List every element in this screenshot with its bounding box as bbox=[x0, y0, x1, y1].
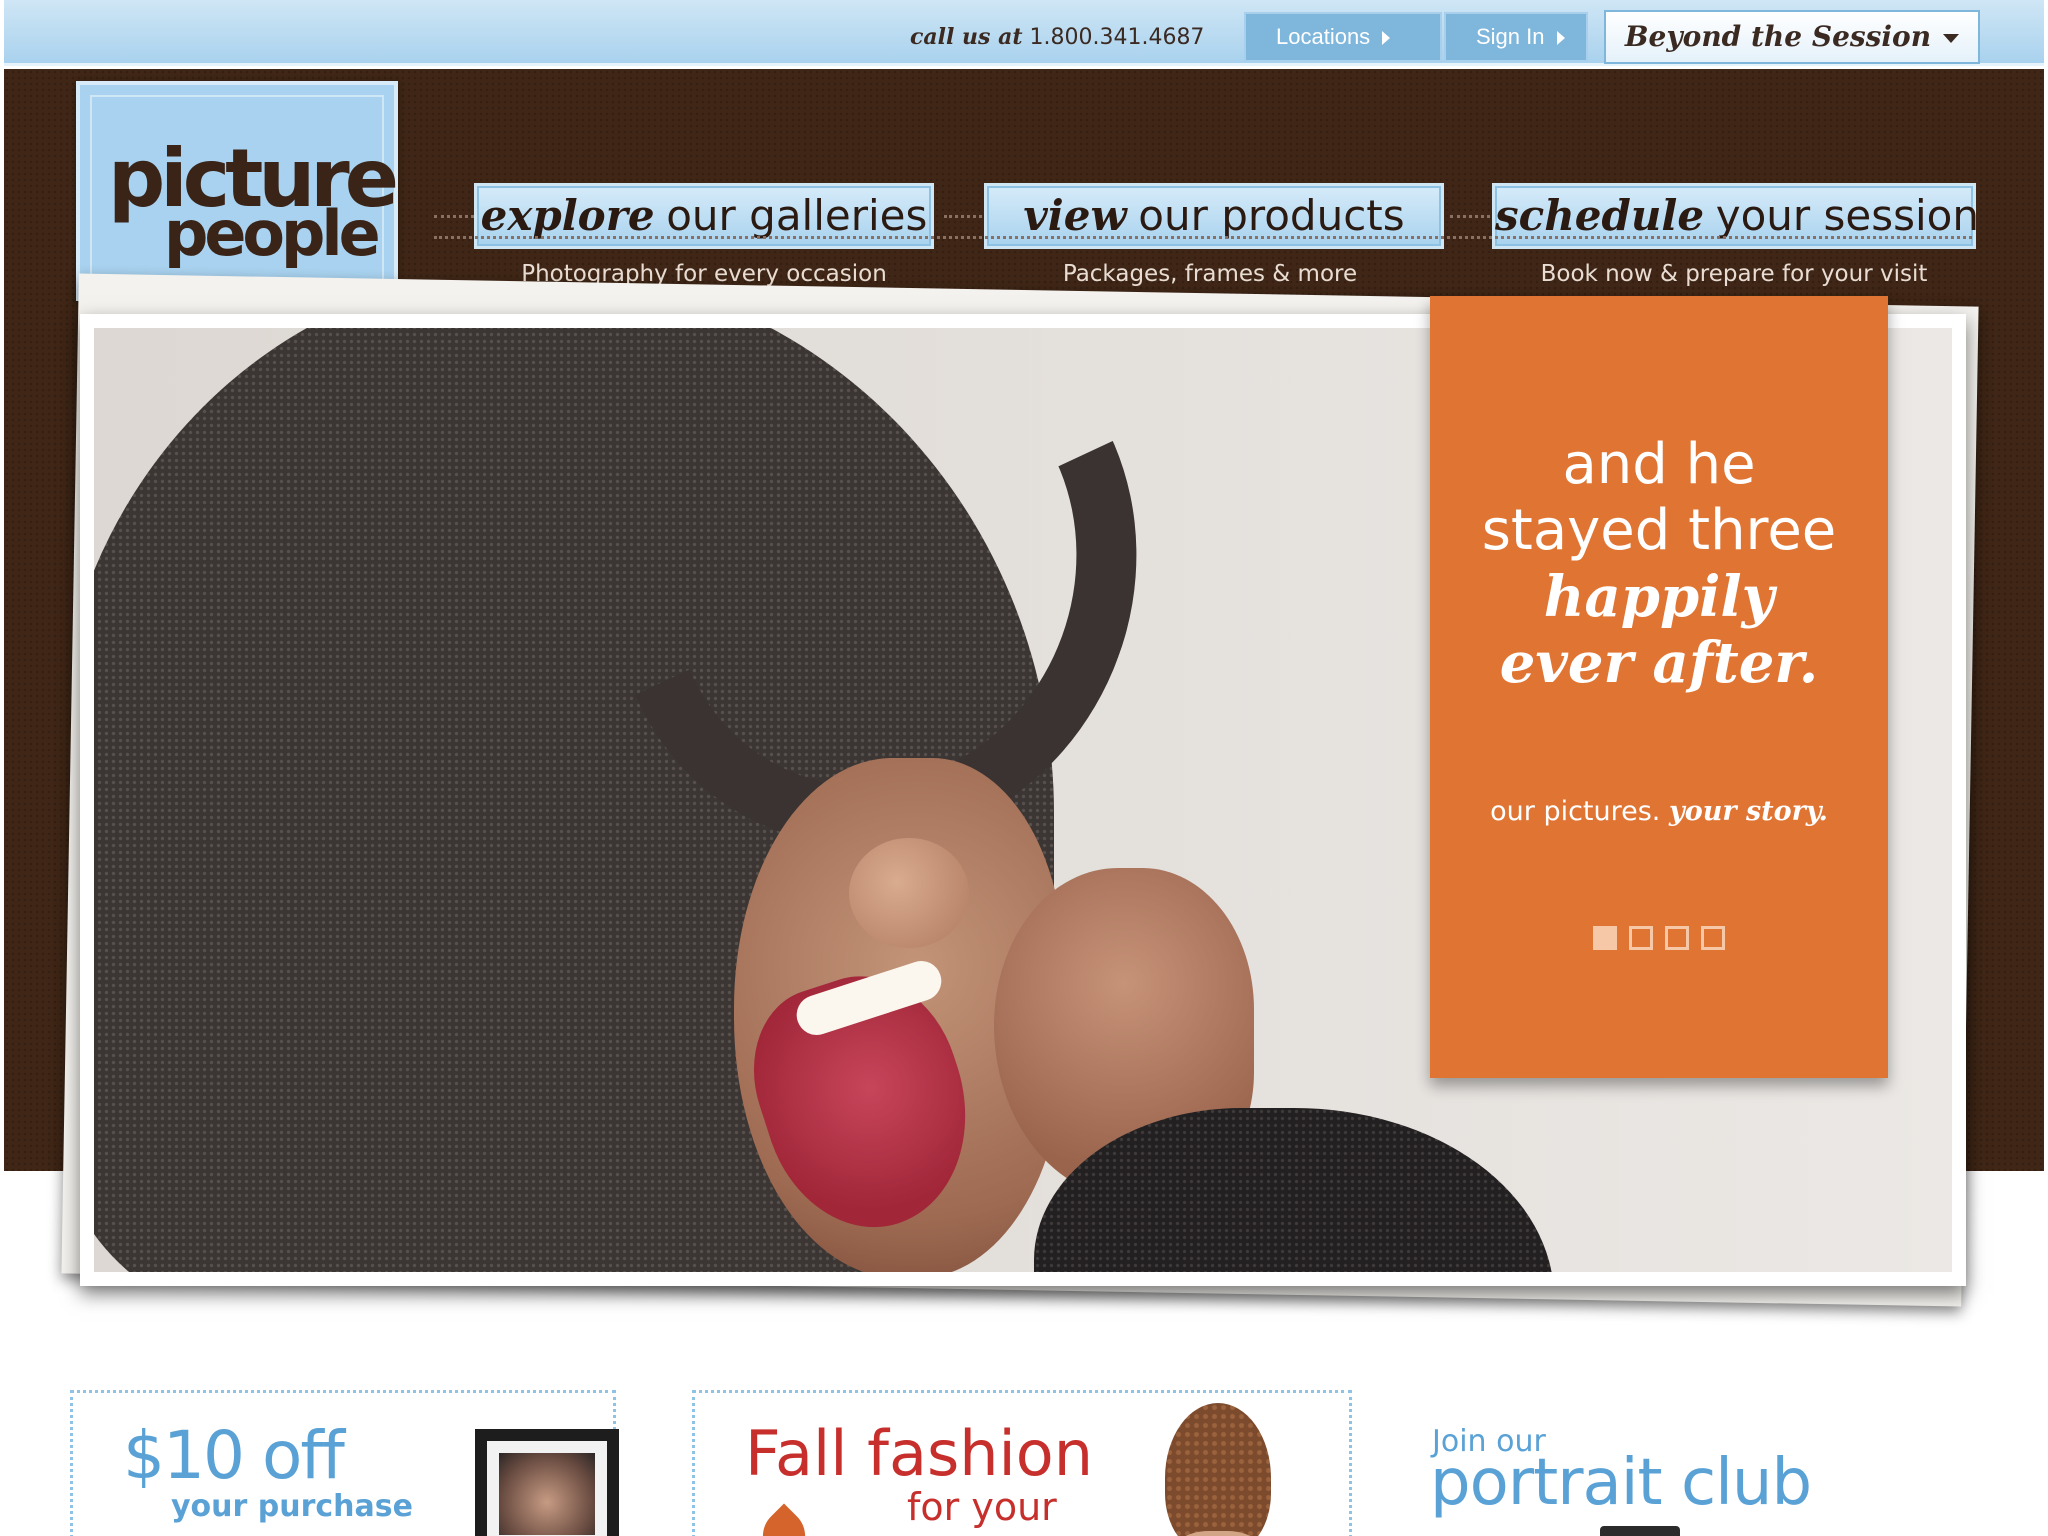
nav-dotted-underline bbox=[434, 236, 1972, 239]
top-utility-bar: call us at 1.800.341.4687 Locations Sign… bbox=[4, 0, 2044, 66]
sign-in-label: Sign In bbox=[1476, 24, 1545, 49]
nav-view-rest: our products bbox=[1138, 191, 1405, 240]
portrait-club-headline[interactable]: portrait club bbox=[1430, 1446, 1812, 1520]
nav-dotted-connector bbox=[1450, 215, 1496, 218]
slide-dot-2[interactable] bbox=[1629, 926, 1653, 950]
hero-caption-panel: and he stayed three happily ever after. … bbox=[1430, 296, 1888, 1078]
slide-dot-4[interactable] bbox=[1701, 926, 1725, 950]
nav-view-em: view bbox=[1023, 191, 1127, 240]
phone-value[interactable]: 1.800.341.4687 bbox=[1029, 25, 1204, 50]
nav-explore-rest: our galleries bbox=[666, 191, 928, 240]
locations-label: Locations bbox=[1276, 24, 1371, 49]
nav-schedule-session[interactable]: schedule your session bbox=[1492, 183, 1979, 249]
fall-fashion-subline: for your bbox=[907, 1485, 1057, 1529]
tagline-emphasis: your story. bbox=[1669, 796, 1828, 827]
child-nose-shape bbox=[849, 838, 969, 948]
nav-schedule-subtitle: Book now & prepare for your visit bbox=[1540, 261, 1928, 287]
nav-explore-galleries[interactable]: explore our galleries bbox=[474, 183, 934, 249]
phone-number: call us at 1.800.341.4687 bbox=[910, 24, 1204, 50]
tagline-plain: our pictures. bbox=[1490, 796, 1661, 827]
nav-explore-em: explore bbox=[480, 191, 655, 240]
club-device-image bbox=[1600, 1526, 1680, 1536]
caption-line-2: stayed three bbox=[1481, 498, 1837, 563]
slide-pager bbox=[1430, 926, 1888, 955]
fall-fashion-headline: Fall fashion bbox=[745, 1417, 1093, 1490]
locations-button[interactable]: Locations bbox=[1244, 12, 1442, 62]
discount-headline: $10 off bbox=[123, 1417, 345, 1494]
discount-subline: your purchase bbox=[171, 1489, 413, 1524]
chevron-down-icon bbox=[1943, 34, 1960, 43]
nav-view-products[interactable]: view our products bbox=[984, 183, 1444, 249]
slide-dot-3[interactable] bbox=[1665, 926, 1689, 950]
nav-dotted-connector bbox=[434, 215, 474, 218]
frame-photo bbox=[499, 1453, 595, 1535]
promo-card-discount[interactable]: $10 off your purchase bbox=[70, 1390, 619, 1536]
beyond-the-session-dropdown[interactable]: Beyond the Session bbox=[1604, 10, 1980, 64]
nav-dotted-connector bbox=[944, 215, 988, 218]
sign-in-button[interactable]: Sign In bbox=[1444, 12, 1588, 62]
nav-schedule-rest: your session bbox=[1715, 191, 1979, 240]
caption-line-4: ever after. bbox=[1499, 630, 1819, 696]
logo-word-people: people bbox=[164, 197, 381, 270]
baby-hat-image bbox=[1165, 1403, 1271, 1536]
promo-card-fall-fashion[interactable]: Fall fashion for your bbox=[692, 1390, 1352, 1536]
nav-view-subtitle: Packages, frames & more bbox=[1062, 261, 1358, 287]
leaf-icon bbox=[751, 1503, 817, 1536]
arrow-right-icon bbox=[1382, 31, 1391, 46]
call-us-label: call us at bbox=[910, 24, 1023, 50]
slide-dot-1[interactable] bbox=[1593, 926, 1617, 950]
frame-mat bbox=[487, 1441, 607, 1536]
caption-line-3: happily bbox=[1543, 564, 1775, 630]
nav-schedule-em: schedule bbox=[1495, 191, 1705, 240]
beyond-label: Beyond the Session bbox=[1624, 20, 1932, 53]
picture-people-logo[interactable]: picture people bbox=[76, 81, 399, 301]
tagline: our pictures. your story. bbox=[1430, 796, 1888, 827]
arrow-right-icon bbox=[1556, 31, 1565, 46]
framed-photo-image bbox=[475, 1429, 619, 1536]
caption-line-1: and he bbox=[1562, 432, 1756, 497]
